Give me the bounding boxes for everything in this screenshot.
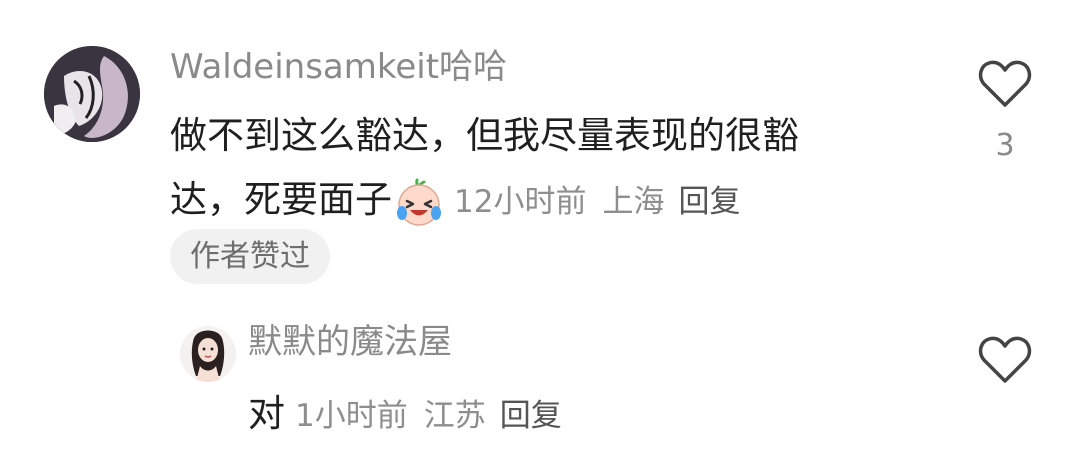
- comment-text: 做不到这么豁达，但我尽量表现的很豁 达，死要面子 12小时前 上海 回复: [170, 104, 910, 234]
- comment-text-line1: 做不到这么豁达，但我尽量表现的很豁: [170, 114, 799, 157]
- author-liked-badge: 作者赞过: [170, 229, 330, 284]
- reply-location: 江苏: [423, 398, 486, 434]
- comment-text-line2: 达，死要面子: [170, 178, 392, 221]
- comment-reply-button[interactable]: 回复: [678, 184, 740, 220]
- reply-like-button[interactable]: [978, 334, 1032, 386]
- reply-username[interactable]: 默默的魔法屋: [248, 325, 452, 359]
- reply-text: 对: [248, 392, 285, 435]
- avatar[interactable]: [44, 46, 140, 142]
- reply-reply-button[interactable]: 回复: [500, 398, 562, 434]
- like-button[interactable]: [978, 58, 1032, 110]
- reply-row: 对 1小时前 江苏 回复: [248, 383, 562, 437]
- reply-avatar[interactable]: [180, 326, 236, 382]
- crying-laughing-emoji-icon: [394, 177, 444, 227]
- heart-outline-icon: [978, 336, 1032, 383]
- reply-time: 1小时前: [295, 398, 408, 434]
- comment-time: 12小时前: [454, 184, 587, 220]
- like-count: 3: [995, 128, 1015, 163]
- comment-location: 上海: [602, 184, 665, 220]
- comment-text-line2-row: 达，死要面子 12小时前 上海 回复: [170, 168, 910, 234]
- comment-username[interactable]: Waldeinsamkeit哈哈: [170, 50, 507, 84]
- heart-outline-icon: [978, 60, 1032, 107]
